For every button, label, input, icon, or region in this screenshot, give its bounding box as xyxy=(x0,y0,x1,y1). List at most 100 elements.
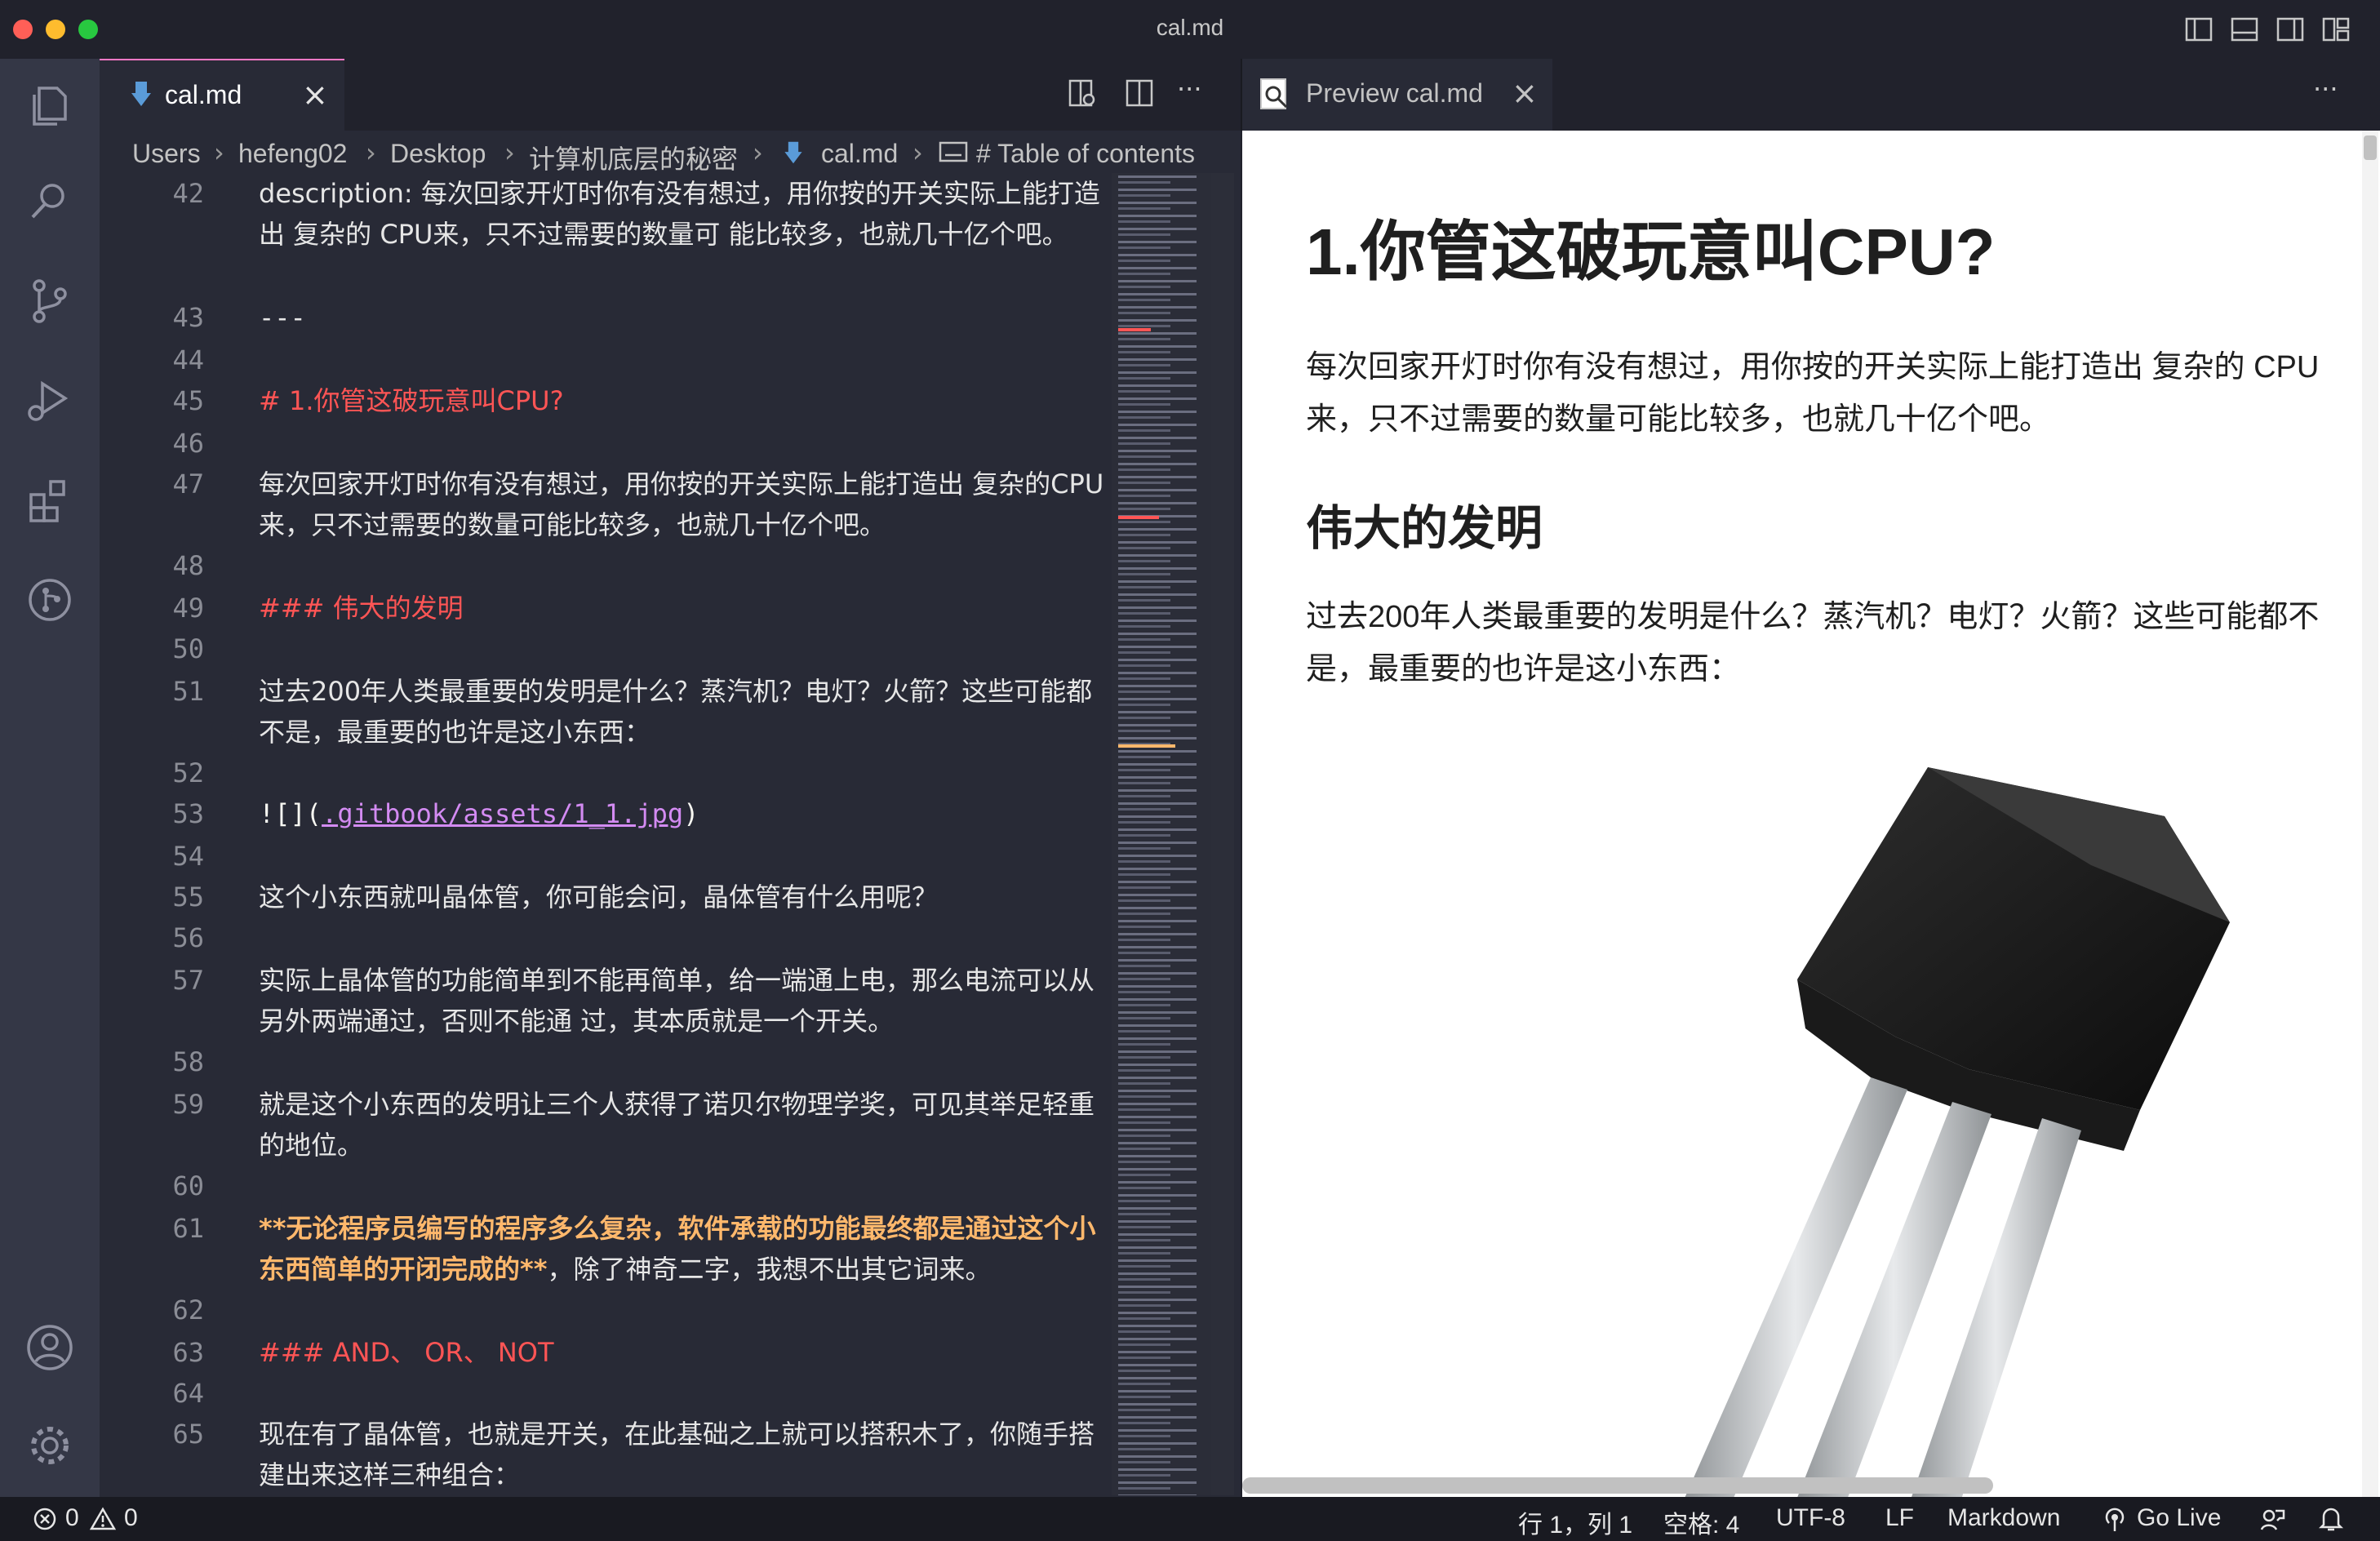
encoding[interactable]: UTF-8 xyxy=(1776,1504,1845,1532)
line-number: 53 xyxy=(172,798,204,829)
line-number: 61 xyxy=(172,1213,204,1244)
extensions-icon[interactable] xyxy=(21,472,78,529)
preview-horizontal-scroll-thumb[interactable] xyxy=(1242,1477,1993,1494)
gitlens-icon[interactable] xyxy=(21,571,78,628)
toggle-primary-sidebar-icon[interactable] xyxy=(2184,15,2213,44)
code-line-image[interactable]: ![](.gitbook/assets/1_1.jpg) xyxy=(259,793,1108,834)
code-line[interactable]: 过去200年人类最重要的发明是什么？蒸汽机？电灯？火箭？这些可能都不是，最重要的… xyxy=(259,671,1108,753)
minimap-content xyxy=(1112,173,1211,1495)
line-number: 58 xyxy=(172,1046,204,1077)
breadcrumb-file[interactable]: cal.md xyxy=(821,139,898,169)
code-line[interactable]: 每次回家开灯时你有没有想过，用你按的开关实际上能打造出 复杂的CPU来，只不过需… xyxy=(259,464,1108,545)
editor-scrollbar[interactable] xyxy=(1211,173,1234,1495)
preview-more-actions-button[interactable]: ··· xyxy=(2313,73,2338,104)
breadcrumb-chevron-icon: › xyxy=(912,137,923,168)
preview-tab-label: Preview cal.md xyxy=(1306,78,1483,108)
line-number: 48 xyxy=(172,550,204,581)
error-icon[interactable] xyxy=(33,1507,57,1531)
notifications-bell-icon[interactable] xyxy=(2318,1505,2344,1533)
line-number: 64 xyxy=(172,1378,204,1409)
code-line[interactable]: 现在有了晶体管，也就是开关，在此基础之上就可以搭积木了，你随手搭建出来这样三种组… xyxy=(259,1414,1108,1495)
feedback-icon[interactable] xyxy=(2259,1507,2285,1533)
code-line[interactable]: description: 每次回家开灯时你有没有想过，用你按的开关实际上能打造出… xyxy=(259,173,1108,255)
markdown-file-icon xyxy=(131,82,151,106)
code-line-bold[interactable]: **无论程序员编写的程序多么复杂，软件承载的功能最终都是通过这个小东西简单的开闭… xyxy=(259,1208,1108,1290)
search-icon[interactable] xyxy=(21,173,78,230)
image-syntax-prefix: ![]( xyxy=(259,798,322,829)
go-live-button[interactable]: Go Live xyxy=(2137,1504,2221,1532)
open-preview-icon[interactable] xyxy=(1066,77,1099,109)
cursor-position[interactable]: 行 1，列 1 xyxy=(1518,1504,1632,1540)
line-number: 57 xyxy=(172,965,204,996)
line-number: 52 xyxy=(172,757,204,788)
line-number: 55 xyxy=(172,882,204,913)
line-number: 45 xyxy=(172,385,204,416)
source-control-icon[interactable] xyxy=(21,273,78,330)
breadcrumb-users[interactable]: Users xyxy=(132,139,201,169)
code-line[interactable]: --- xyxy=(259,297,1108,338)
preview-paragraph: 每次回家开灯时你有没有想过，用你按的开关实际上能打造出 复杂的 CPU来，只不过… xyxy=(1306,350,2320,437)
tab-cal-md[interactable]: cal.md × xyxy=(100,59,344,131)
tab-label: cal.md xyxy=(165,80,242,109)
breadcrumb-chevron-icon: › xyxy=(366,137,376,168)
line-number: 47 xyxy=(172,469,204,500)
image-link[interactable]: .gitbook/assets/1_1.jpg xyxy=(322,798,683,829)
run-and-debug-icon[interactable] xyxy=(21,372,78,429)
accounts-icon[interactable] xyxy=(21,1319,78,1376)
more-actions-button[interactable]: ··· xyxy=(1177,73,1202,104)
preview-heading-1: 1.你管这破玩意叫CPU? xyxy=(1306,215,1996,288)
code-line[interactable]: 这个小东西就叫晶体管，你可能会问，晶体管有什么用呢？ xyxy=(259,877,1108,917)
breadcrumb-folder[interactable]: 计算机底层的秘密 xyxy=(529,139,738,176)
toggle-secondary-sidebar-icon[interactable] xyxy=(2276,15,2305,44)
breadcrumb-chevron-icon: › xyxy=(214,137,224,168)
code-line-heading[interactable]: ### 伟大的发明 xyxy=(259,588,1108,628)
warning-icon[interactable] xyxy=(90,1507,116,1531)
line-number: 60 xyxy=(172,1170,204,1201)
end-of-line[interactable]: LF xyxy=(1885,1504,1914,1532)
line-number: 46 xyxy=(172,428,204,459)
markdown-file-icon xyxy=(784,141,802,164)
preview-vertical-scrollbar[interactable] xyxy=(2362,131,2378,1497)
line-number: 54 xyxy=(172,841,204,872)
minimap[interactable] xyxy=(1112,173,1211,1495)
line-number: 62 xyxy=(172,1295,204,1326)
breadcrumb-chevron-icon: › xyxy=(504,137,515,168)
preview-heading-3: 伟大的发明 xyxy=(1306,502,1543,555)
line-number: 49 xyxy=(172,593,204,624)
language-mode[interactable]: Markdown xyxy=(1947,1504,2060,1532)
line-number: 50 xyxy=(172,633,204,664)
line-number: 51 xyxy=(172,676,204,707)
breadcrumb-desktop[interactable]: Desktop xyxy=(390,139,486,169)
breadcrumb-hefeng02[interactable]: hefeng02 xyxy=(238,139,347,169)
preview-vertical-scroll-thumb[interactable] xyxy=(2364,135,2377,160)
markdown-preview[interactable]: 1.你管这破玩意叫CPU? 每次回家开灯时你有没有想过，用你按的开关实际上能打造… xyxy=(1242,131,2380,1497)
explorer-icon[interactable] xyxy=(21,77,78,134)
transistor-image xyxy=(1685,767,2230,1497)
line-number: 56 xyxy=(172,922,204,953)
error-count[interactable]: 0 xyxy=(65,1504,79,1532)
indentation[interactable]: 空格: 4 xyxy=(1663,1504,1739,1540)
plain-text: ，除了神奇二字，我想不出其它词来。 xyxy=(547,1254,992,1285)
code-line[interactable]: 就是这个小东西的发明让三个人获得了诺贝尔物理学奖，可见其举足轻重的地位。 xyxy=(259,1084,1108,1166)
line-number: 59 xyxy=(172,1089,204,1120)
split-editor-icon[interactable] xyxy=(1123,77,1156,109)
breadcrumb-symbol[interactable]: # Table of contents xyxy=(976,139,1195,169)
customize-layout-icon[interactable] xyxy=(2321,15,2351,44)
preview-paragraph: 过去200年人类最重要的发明是什么？蒸汽机？电灯？火箭？这些可能都不是，最重要的… xyxy=(1306,600,2320,686)
code-line[interactable]: 实际上晶体管的功能简单到不能再简单，给一端通上电，那么电流可以从另外两端通过，否… xyxy=(259,960,1108,1041)
breadcrumb-chevron-icon: › xyxy=(753,137,763,168)
code-line-heading[interactable]: # 1.你管这破玩意叫CPU? xyxy=(259,380,1108,421)
window-title: cal.md xyxy=(1156,15,1224,40)
tab-preview-cal-md[interactable]: Preview cal.md × xyxy=(1242,59,1552,131)
toggle-panel-icon[interactable] xyxy=(2230,15,2259,44)
preview-icon xyxy=(1260,78,1288,109)
warning-count[interactable]: 0 xyxy=(124,1504,138,1532)
line-number: 43 xyxy=(172,302,204,333)
broadcast-icon xyxy=(2105,1508,2125,1531)
image-syntax-suffix: ) xyxy=(683,798,699,829)
tab-close-button[interactable]: × xyxy=(302,77,328,113)
code-line-heading[interactable]: ### AND、 OR、 NOT xyxy=(259,1332,1108,1373)
preview-tab-close-button[interactable]: × xyxy=(1512,75,1538,111)
line-number: 65 xyxy=(172,1419,204,1450)
settings-gear-icon[interactable] xyxy=(21,1417,78,1474)
